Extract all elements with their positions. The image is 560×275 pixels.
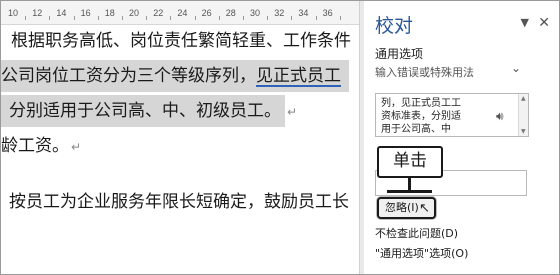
dropdown-icon[interactable]: ▼ bbox=[521, 16, 529, 29]
proofing-pane: 校对 ▼ ✕ 通用选项 输入错误或特殊用法 ⌄ 列，见正式员工工 资标准表，分别… bbox=[364, 1, 559, 274]
ruler-tick bbox=[73, 16, 75, 20]
callout-connector bbox=[408, 178, 411, 190]
suggestion-line: 用于公司高、中 bbox=[381, 124, 451, 135]
ruler-number: 14 bbox=[56, 8, 67, 18]
ruler-number: 26 bbox=[201, 8, 212, 18]
ruler-number: 32 bbox=[274, 8, 285, 18]
do-not-check-button[interactable]: 不检查此问题(D) bbox=[375, 225, 458, 241]
ruler-number: 30 bbox=[250, 8, 261, 18]
line-text: 按员工为企业服务年限长短确定，鼓励员工长 bbox=[9, 192, 349, 212]
word-window: 10 12 14 16 18 20 22 24 26 28 30 32 34 36 根据职务高低、岗位责任… bbox=[0, 0, 560, 275]
suggestion-scrollbar[interactable]: ▲ ▼ bbox=[518, 94, 528, 136]
document-line: 根据职务高低、岗位责任繁简轻重、工作条件 bbox=[1, 25, 351, 57]
ruler-number: 20 bbox=[129, 8, 140, 18]
document-line: 龄工资。 ↵ bbox=[1, 130, 81, 162]
ruler-tick bbox=[194, 16, 196, 20]
ruler-tick bbox=[242, 16, 244, 20]
mouse-pointer-icon: ↖ bbox=[419, 201, 430, 216]
scroll-up-icon[interactable]: ▲ bbox=[521, 95, 526, 102]
callout-connector bbox=[387, 190, 432, 193]
click-callout: 单击 bbox=[377, 146, 443, 178]
ruler-number: 18 bbox=[104, 8, 115, 18]
suggestion-line: 列，见正式员工工 bbox=[381, 98, 461, 109]
close-icon[interactable]: ✕ bbox=[538, 15, 550, 31]
ruler-number: 22 bbox=[153, 8, 164, 18]
document-line: 分别适用于公司高、中、初级员工。 ↵ bbox=[1, 95, 297, 127]
ruler-tick bbox=[97, 16, 99, 20]
document-line: 公司岗位工资分为三个等级序列，见正式员工 bbox=[1, 60, 349, 92]
ruler-number: 36 bbox=[322, 8, 333, 18]
ruler-tick bbox=[121, 16, 123, 20]
selected-text: 公司岗位工资分为三个等级序列，见正式员工 bbox=[1, 60, 349, 92]
ruler-tick bbox=[315, 16, 317, 20]
document-area[interactable]: 根据职务高低、岗位责任繁简轻重、工作条件 公司岗位工资分为三个等级序列，见正式员… bbox=[1, 25, 359, 274]
options-link[interactable]: "通用选项"选项(O) bbox=[375, 245, 468, 261]
ruler-number: 12 bbox=[32, 8, 43, 18]
chevron-down-icon[interactable]: ⌄ bbox=[511, 61, 521, 75]
ruler-number: 24 bbox=[177, 8, 188, 18]
ruler-tick bbox=[267, 16, 269, 20]
paragraph-mark-icon: ↵ bbox=[71, 140, 82, 154]
suggestion-context-box[interactable]: 列，见正式员工工 资标准表，分别适 用于公司高、中 ▲ ▼ bbox=[375, 93, 529, 137]
horizontal-ruler: 10 12 14 16 18 20 22 24 26 28 30 32 34 36 bbox=[1, 1, 359, 25]
suggestion-line: 资标准表，分别适 bbox=[381, 111, 461, 122]
ruler-tick bbox=[146, 16, 148, 20]
spelling-error-text[interactable]: 见正式员工 bbox=[256, 66, 341, 86]
pane-title: 校对 bbox=[375, 15, 414, 37]
option-description: 输入错误或特殊用法 bbox=[375, 66, 474, 79]
ruler-tick bbox=[170, 16, 172, 20]
ruler-tick bbox=[49, 16, 51, 20]
ruler-tick bbox=[218, 16, 220, 20]
ruler-number: 28 bbox=[225, 8, 236, 18]
ruler-number: 16 bbox=[80, 8, 91, 18]
ruler-tick bbox=[25, 16, 27, 20]
ruler-number: 10 bbox=[8, 8, 19, 18]
ruler-number: 34 bbox=[298, 8, 309, 18]
ruler-tick bbox=[291, 16, 293, 20]
line-text: 龄工资。 bbox=[1, 136, 69, 156]
paragraph-mark-icon: ↵ bbox=[287, 105, 298, 119]
selected-text: 分别适用于公司高、中、初级员工。 bbox=[1, 95, 285, 127]
speaker-icon[interactable]: 🔊︎ bbox=[496, 109, 504, 124]
option-title: 通用选项 bbox=[375, 47, 424, 61]
line-text: 根据职务高低、岗位责任繁简轻重、工作条件 bbox=[11, 31, 351, 51]
ruler-tick bbox=[339, 16, 341, 20]
document-line: 按员工为企业服务年限长短确定，鼓励员工长 bbox=[1, 186, 349, 218]
scroll-down-icon[interactable]: ▼ bbox=[521, 128, 526, 135]
